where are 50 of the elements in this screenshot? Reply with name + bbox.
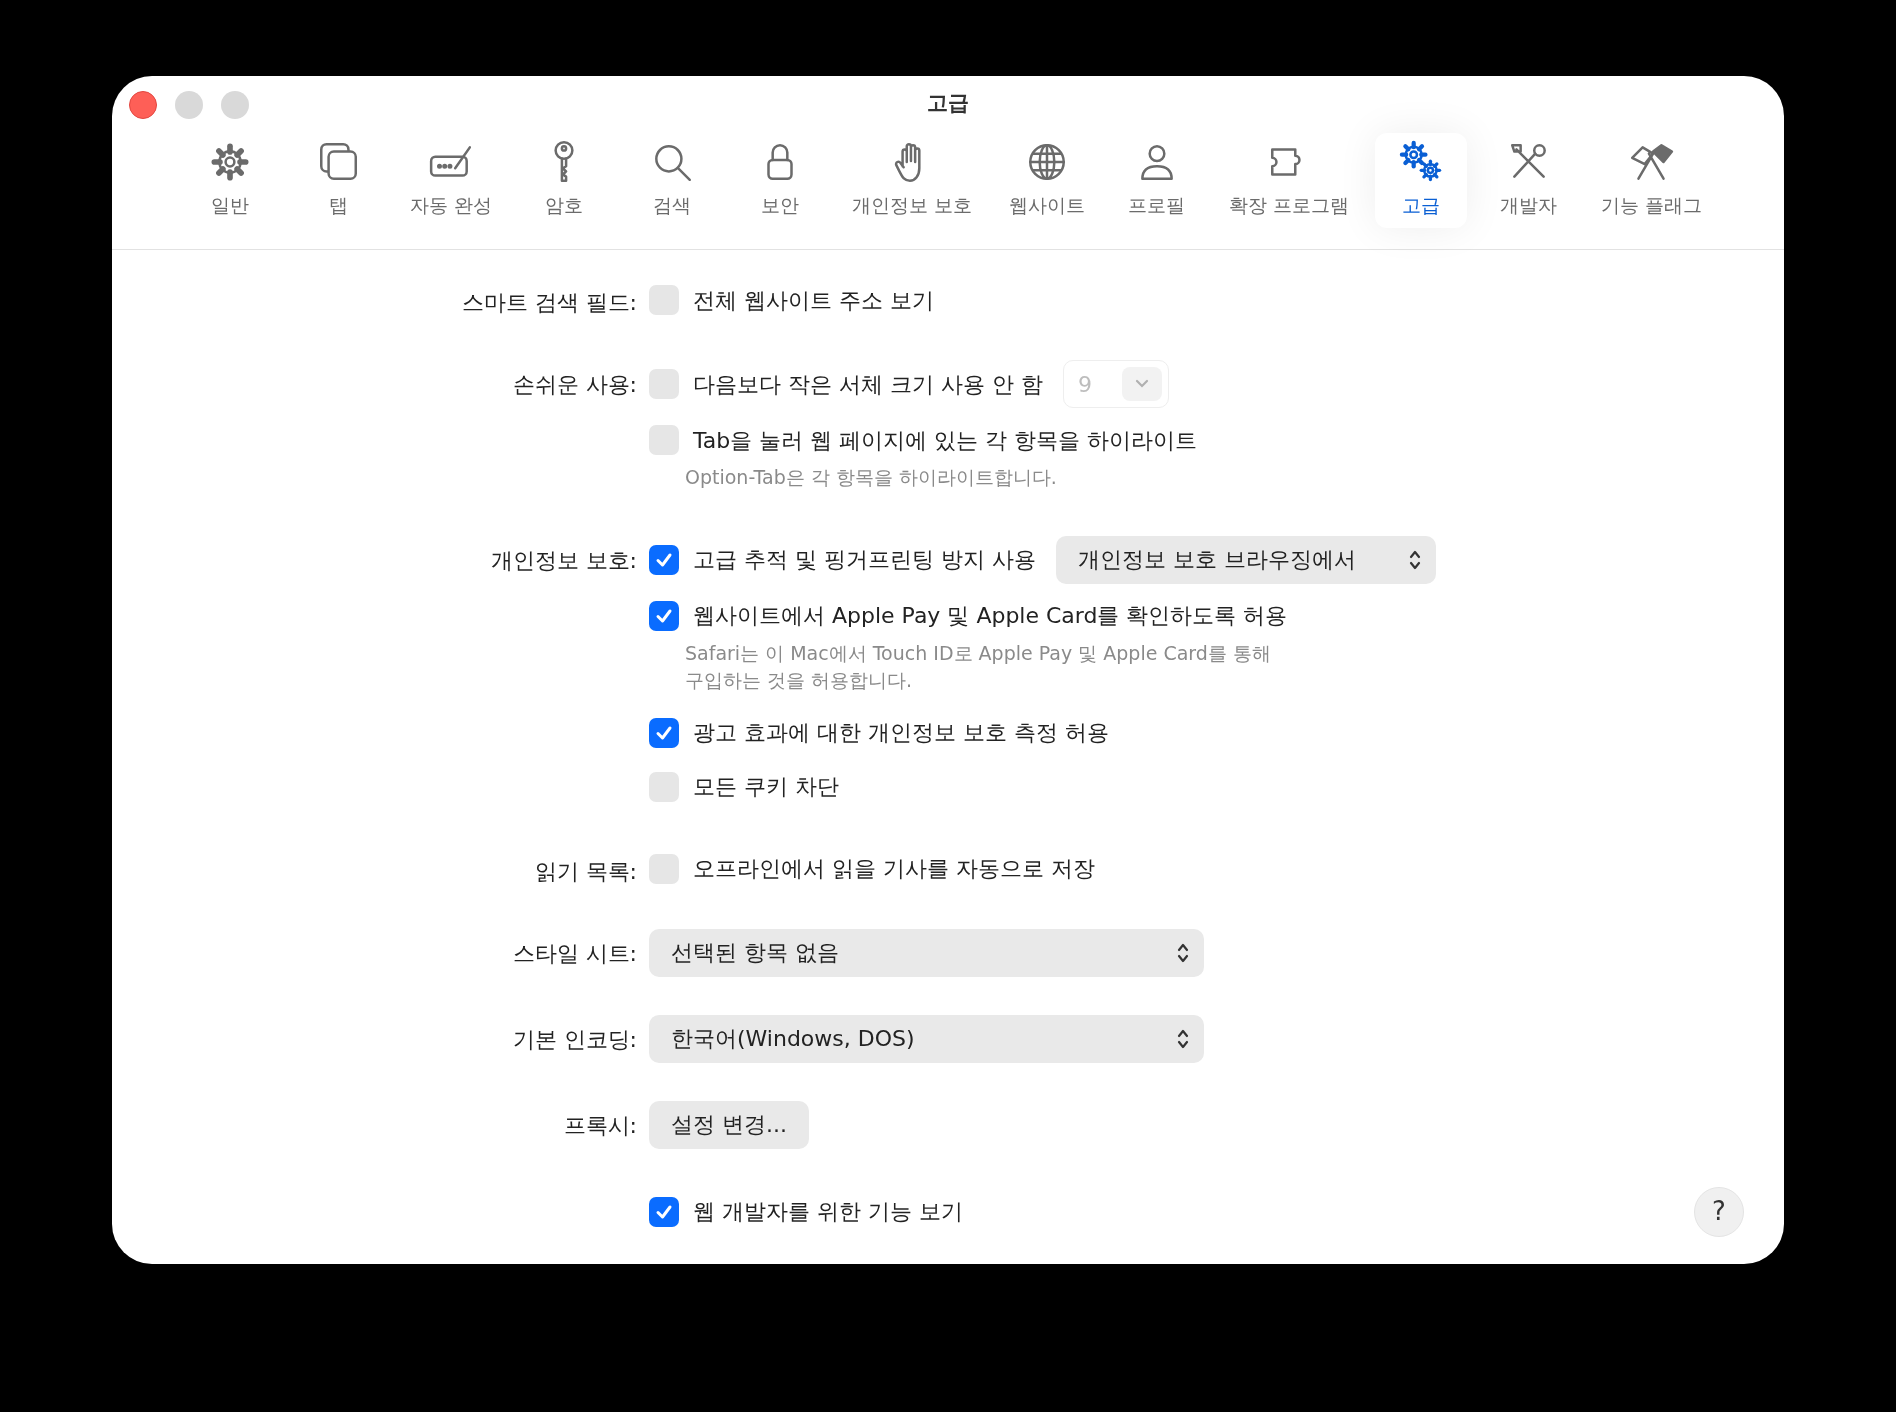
toolbar-tab[interactable]: 일반 <box>184 133 277 228</box>
toolbar-tab[interactable]: 프로필 <box>1110 133 1203 228</box>
chevron-down-icon <box>1133 379 1150 389</box>
zoom-button[interactable] <box>221 91 249 119</box>
toolbar-tab[interactable]: 확장 프로그램 <box>1218 133 1359 228</box>
checkbox-label: 전체 웹사이트 주소 보기 <box>693 286 934 315</box>
toolbar-tab[interactable]: 개발자 <box>1482 133 1575 228</box>
toolbar-tab[interactable]: 기능 플래그 <box>1590 133 1712 228</box>
toolbar-tab[interactable]: 자동 완성 <box>400 133 503 228</box>
checkbox[interactable] <box>649 544 679 575</box>
checkbox[interactable] <box>649 717 679 748</box>
help-text: Option-Tab은 각 항목을 하이라이트합니다. <box>685 465 1058 490</box>
toolbar-tab[interactable]: 고급 <box>1374 133 1467 228</box>
checkbox[interactable] <box>649 1196 679 1227</box>
minimize-button[interactable] <box>175 91 203 119</box>
toolbar-tab[interactable]: 보안 <box>734 133 827 228</box>
setting-label: 읽기 목록: <box>534 858 637 884</box>
toolbar-tab[interactable]: 암호 <box>518 133 611 228</box>
setting-label: 프록시: <box>563 1112 637 1138</box>
toolbar-tab[interactable]: 웹사이트 <box>998 133 1095 228</box>
setting-label: 기본 인코딩: <box>512 1026 637 1052</box>
change-settings-button[interactable]: 설정 변경... <box>649 1100 809 1149</box>
checkbox-label: 다음보다 작은 서체 크기 사용 안 함 <box>693 370 1043 399</box>
checkbox-label: 고급 추적 및 핑거프린팅 방지 사용 <box>693 546 1036 575</box>
setting-label: 스타일 시트: <box>512 940 637 966</box>
checkbox-label: Tab을 눌러 웹 페이지에 있는 각 항목을 하이라이트 <box>693 426 1198 455</box>
popup-menu[interactable]: 선택된 항목 없음 <box>649 928 1204 977</box>
toolbar-tab[interactable]: 개인정보 보호 <box>842 133 983 228</box>
checkbox-label: 웹 개발자를 위한 기능 보기 <box>693 1198 963 1227</box>
checkbox[interactable] <box>649 425 679 455</box>
setting-label: 손쉬운 사용: <box>512 372 637 397</box>
toolbar-tab[interactable]: 탭 <box>292 133 385 228</box>
popup-menu[interactable]: 한국어(Windows, DOS) <box>649 1014 1204 1063</box>
checkbox-label: 모든 쿠키 차단 <box>693 773 839 802</box>
close-button[interactable] <box>129 91 157 119</box>
checkbox[interactable] <box>649 285 679 315</box>
help-text: Safari는 이 Mac에서 Touch ID로 Apple Pay 및 Apple Card를 통해 구입하는 것을 허용합니다. <box>685 640 1272 694</box>
checkbox-label: 오프라인에서 읽을 기사를 자동으로 저장 <box>693 855 1095 884</box>
setting-label: 개인정보 보호: <box>490 547 637 573</box>
checkbox[interactable] <box>649 369 679 399</box>
help-button[interactable]: ? <box>1694 1186 1744 1237</box>
checkbox[interactable] <box>649 853 679 884</box>
checkbox-label: 광고 효과에 대한 개인정보 보호 측정 허용 <box>693 719 1109 748</box>
checkbox[interactable] <box>649 600 679 631</box>
checkbox-label: 웹사이트에서 Apple Pay 및 Apple Card를 확인하도록 허용 <box>693 602 1288 631</box>
popup-menu[interactable]: 개인정보 보호 브라우징에서 <box>1055 535 1436 584</box>
checkbox[interactable] <box>649 771 679 802</box>
window-title: 고급 <box>927 90 969 117</box>
toolbar-tab[interactable]: 검색 <box>626 133 719 228</box>
setting-label: 스마트 검색 필드: <box>461 290 637 315</box>
